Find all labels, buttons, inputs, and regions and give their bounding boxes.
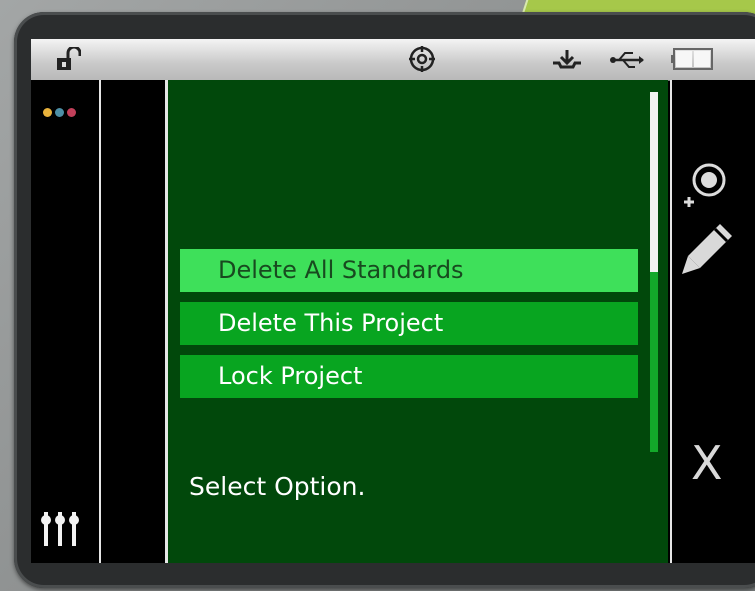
dot-blue — [55, 108, 64, 117]
status-bar — [31, 39, 755, 81]
left-sidebar — [31, 80, 101, 563]
menu-item-lock-project[interactable]: Lock Project — [180, 355, 638, 398]
battery-icon — [671, 46, 717, 76]
dot-red — [67, 108, 76, 117]
pencil-icon[interactable] — [680, 220, 736, 282]
spacer-column — [101, 80, 168, 563]
scrollbar[interactable] — [650, 92, 658, 452]
device-screen: Delete All Standards Delete This Project… — [31, 39, 755, 563]
close-icon[interactable]: X — [691, 440, 723, 486]
prompt-text: Select Option. — [189, 472, 366, 501]
menu-panel: Delete All Standards Delete This Project… — [168, 80, 668, 563]
usb-icon — [609, 50, 645, 74]
unlocked-padlock-icon[interactable] — [55, 45, 82, 77]
sliders-icon[interactable] — [39, 508, 81, 554]
scrollbar-thumb[interactable] — [650, 92, 658, 272]
menu-item-delete-this-project[interactable]: Delete This Project — [180, 302, 638, 345]
target-icon[interactable] — [408, 45, 436, 77]
tray-download-icon — [551, 49, 583, 75]
add-target-icon[interactable] — [682, 160, 732, 214]
dot-yellow — [43, 108, 52, 117]
right-sidebar: X — [670, 80, 755, 563]
menu-item-delete-all-standards[interactable]: Delete All Standards — [180, 249, 638, 292]
